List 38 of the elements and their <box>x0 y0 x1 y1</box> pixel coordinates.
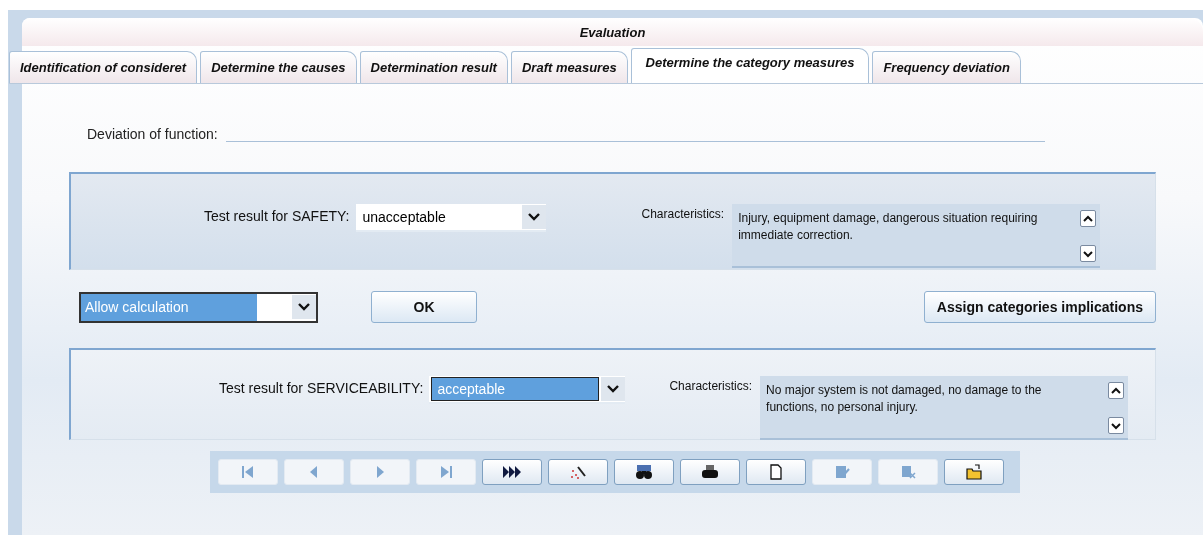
folder-icon <box>965 463 983 481</box>
toolbar-button[interactable] <box>614 459 674 485</box>
tab[interactable]: Draft measures <box>510 51 628 83</box>
tab[interactable]: Determine the category measures <box>630 48 870 83</box>
result-dropdown[interactable]: unacceptable <box>355 204 546 232</box>
deviation-label: Deviation of function: <box>87 126 218 142</box>
assign-categories-button[interactable]: Assign categories implications <box>923 291 1156 323</box>
caret-icon <box>527 212 540 222</box>
caret-down-icon <box>1083 249 1094 258</box>
caret-icon <box>298 302 310 312</box>
fast-forward-icon <box>503 463 521 481</box>
toolbar-button[interactable] <box>680 459 740 485</box>
tab[interactable]: Identification of consideret <box>9 51 198 83</box>
tab[interactable]: Determination result <box>359 51 508 83</box>
toolbar-button[interactable] <box>746 459 806 485</box>
delete-page-icon <box>899 463 917 481</box>
caret-up-icon <box>1083 214 1094 223</box>
safety-label: Test result for SAFETY: <box>204 208 350 224</box>
page-icon <box>767 463 785 481</box>
scroll-down-button[interactable] <box>1080 245 1097 262</box>
scroll-down-button[interactable] <box>1108 417 1125 434</box>
characteristics-label: Characteristics: <box>669 379 753 393</box>
tab[interactable]: Frequency deviation <box>872 51 1021 83</box>
window-title: Evaluation <box>22 18 1203 46</box>
ok-button[interactable]: OK <box>371 291 477 323</box>
scroll-up-button[interactable] <box>1080 210 1097 227</box>
pencil-page-icon <box>833 463 851 481</box>
caret-icon <box>607 384 620 394</box>
scroll-up-button[interactable] <box>1108 382 1125 399</box>
characteristics-text-area[interactable]: Injury, equipment damage, dangerous situation requiring immediate correction. <box>732 204 1101 268</box>
caret-down-icon <box>1111 421 1122 430</box>
printer-icon <box>701 463 719 481</box>
toolbar-button[interactable] <box>482 459 542 485</box>
caret-up-icon <box>1111 386 1122 395</box>
serviceability-label: Test result for SERVICEABILITY: <box>219 380 424 396</box>
characteristics-label: Characteristics: <box>641 207 725 221</box>
tab[interactable]: Determine the causes <box>200 51 357 83</box>
characteristics-text-area[interactable]: No major system is not damaged, no damage to the functions, no personal injury. <box>760 376 1129 440</box>
